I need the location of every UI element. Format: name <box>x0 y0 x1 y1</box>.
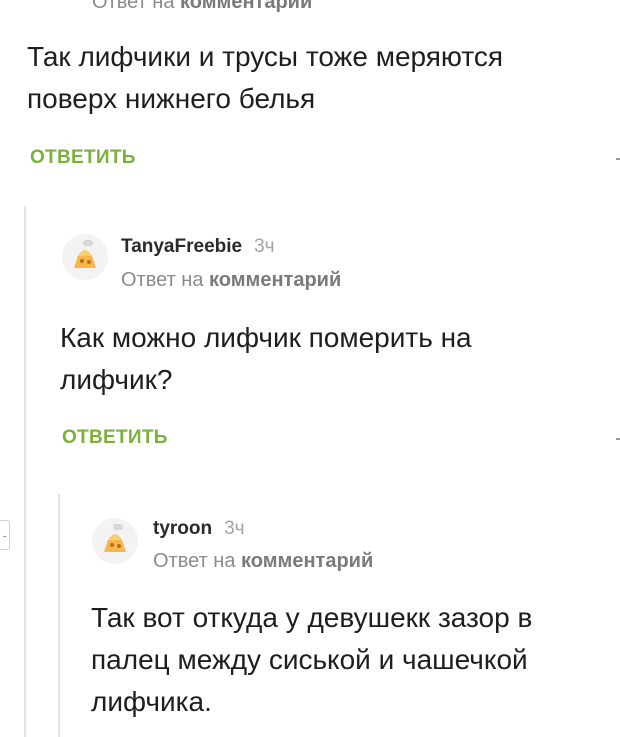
reply-to-line: Ответ на комментарий <box>92 0 312 14</box>
comment-text: Как можно лифчик померить на лифчик? <box>60 317 472 401</box>
comment-text-line: Так лифчики и трусы тоже меряются <box>27 41 503 72</box>
reply-to-link[interactable]: комментарий <box>180 0 312 13</box>
edge-marker <box>616 438 620 440</box>
comment: TanyaFreebie 3ч Ответ на комментарий Как … <box>0 220 620 460</box>
comment-text-line: поверх нижнего белья <box>27 83 316 114</box>
author-name[interactable]: tyroon <box>153 518 212 539</box>
edge-marker <box>616 158 620 160</box>
comment-text-line: Как можно лифчик померить на <box>60 322 472 353</box>
comment-header: tyroon 3ч <box>153 518 245 540</box>
comment-text-line: лифчика. <box>91 686 212 717</box>
reply-button[interactable]: ОТВЕТИТЬ <box>30 147 136 169</box>
comment-text-line: палец между сиськой и чашечкой <box>91 644 528 675</box>
comment-time: 3ч <box>224 518 245 539</box>
reply-to-line: Ответ на комментарий <box>121 269 341 292</box>
reply-to-line: Ответ на комментарий <box>153 550 373 573</box>
reply-to-prefix: Ответ на <box>121 269 204 291</box>
avatar[interactable] <box>92 518 138 564</box>
default-avatar-icon <box>104 524 126 552</box>
comment-text-line: Так вот откуда у девушекк зазор в <box>91 602 533 633</box>
comment-time: 3ч <box>254 236 275 257</box>
comment-header: TanyaFreebie 3ч <box>121 236 275 258</box>
comment-text-line: лифчик? <box>60 364 173 395</box>
reply-to-prefix: Ответ на <box>153 550 236 572</box>
reply-to-link[interactable]: комментарий <box>241 550 373 572</box>
author-name[interactable]: TanyaFreebie <box>121 236 242 257</box>
comment-text: Так вот откуда у девушекк зазор в палец … <box>91 597 532 723</box>
reply-to-prefix: Ответ на <box>92 0 175 13</box>
comment-text: Так лифчики и трусы тоже меряются поверх… <box>27 36 503 120</box>
comment: tyroon 3ч Ответ на комментарий Так вот от… <box>0 500 620 737</box>
reply-to-link[interactable]: комментарий <box>209 269 341 291</box>
default-avatar-icon <box>74 240 96 268</box>
reply-button[interactable]: ОТВЕТИТЬ <box>62 427 168 449</box>
avatar[interactable] <box>62 234 108 280</box>
comment: Ответ на комментарий Так лифчики и трусы… <box>0 0 620 190</box>
